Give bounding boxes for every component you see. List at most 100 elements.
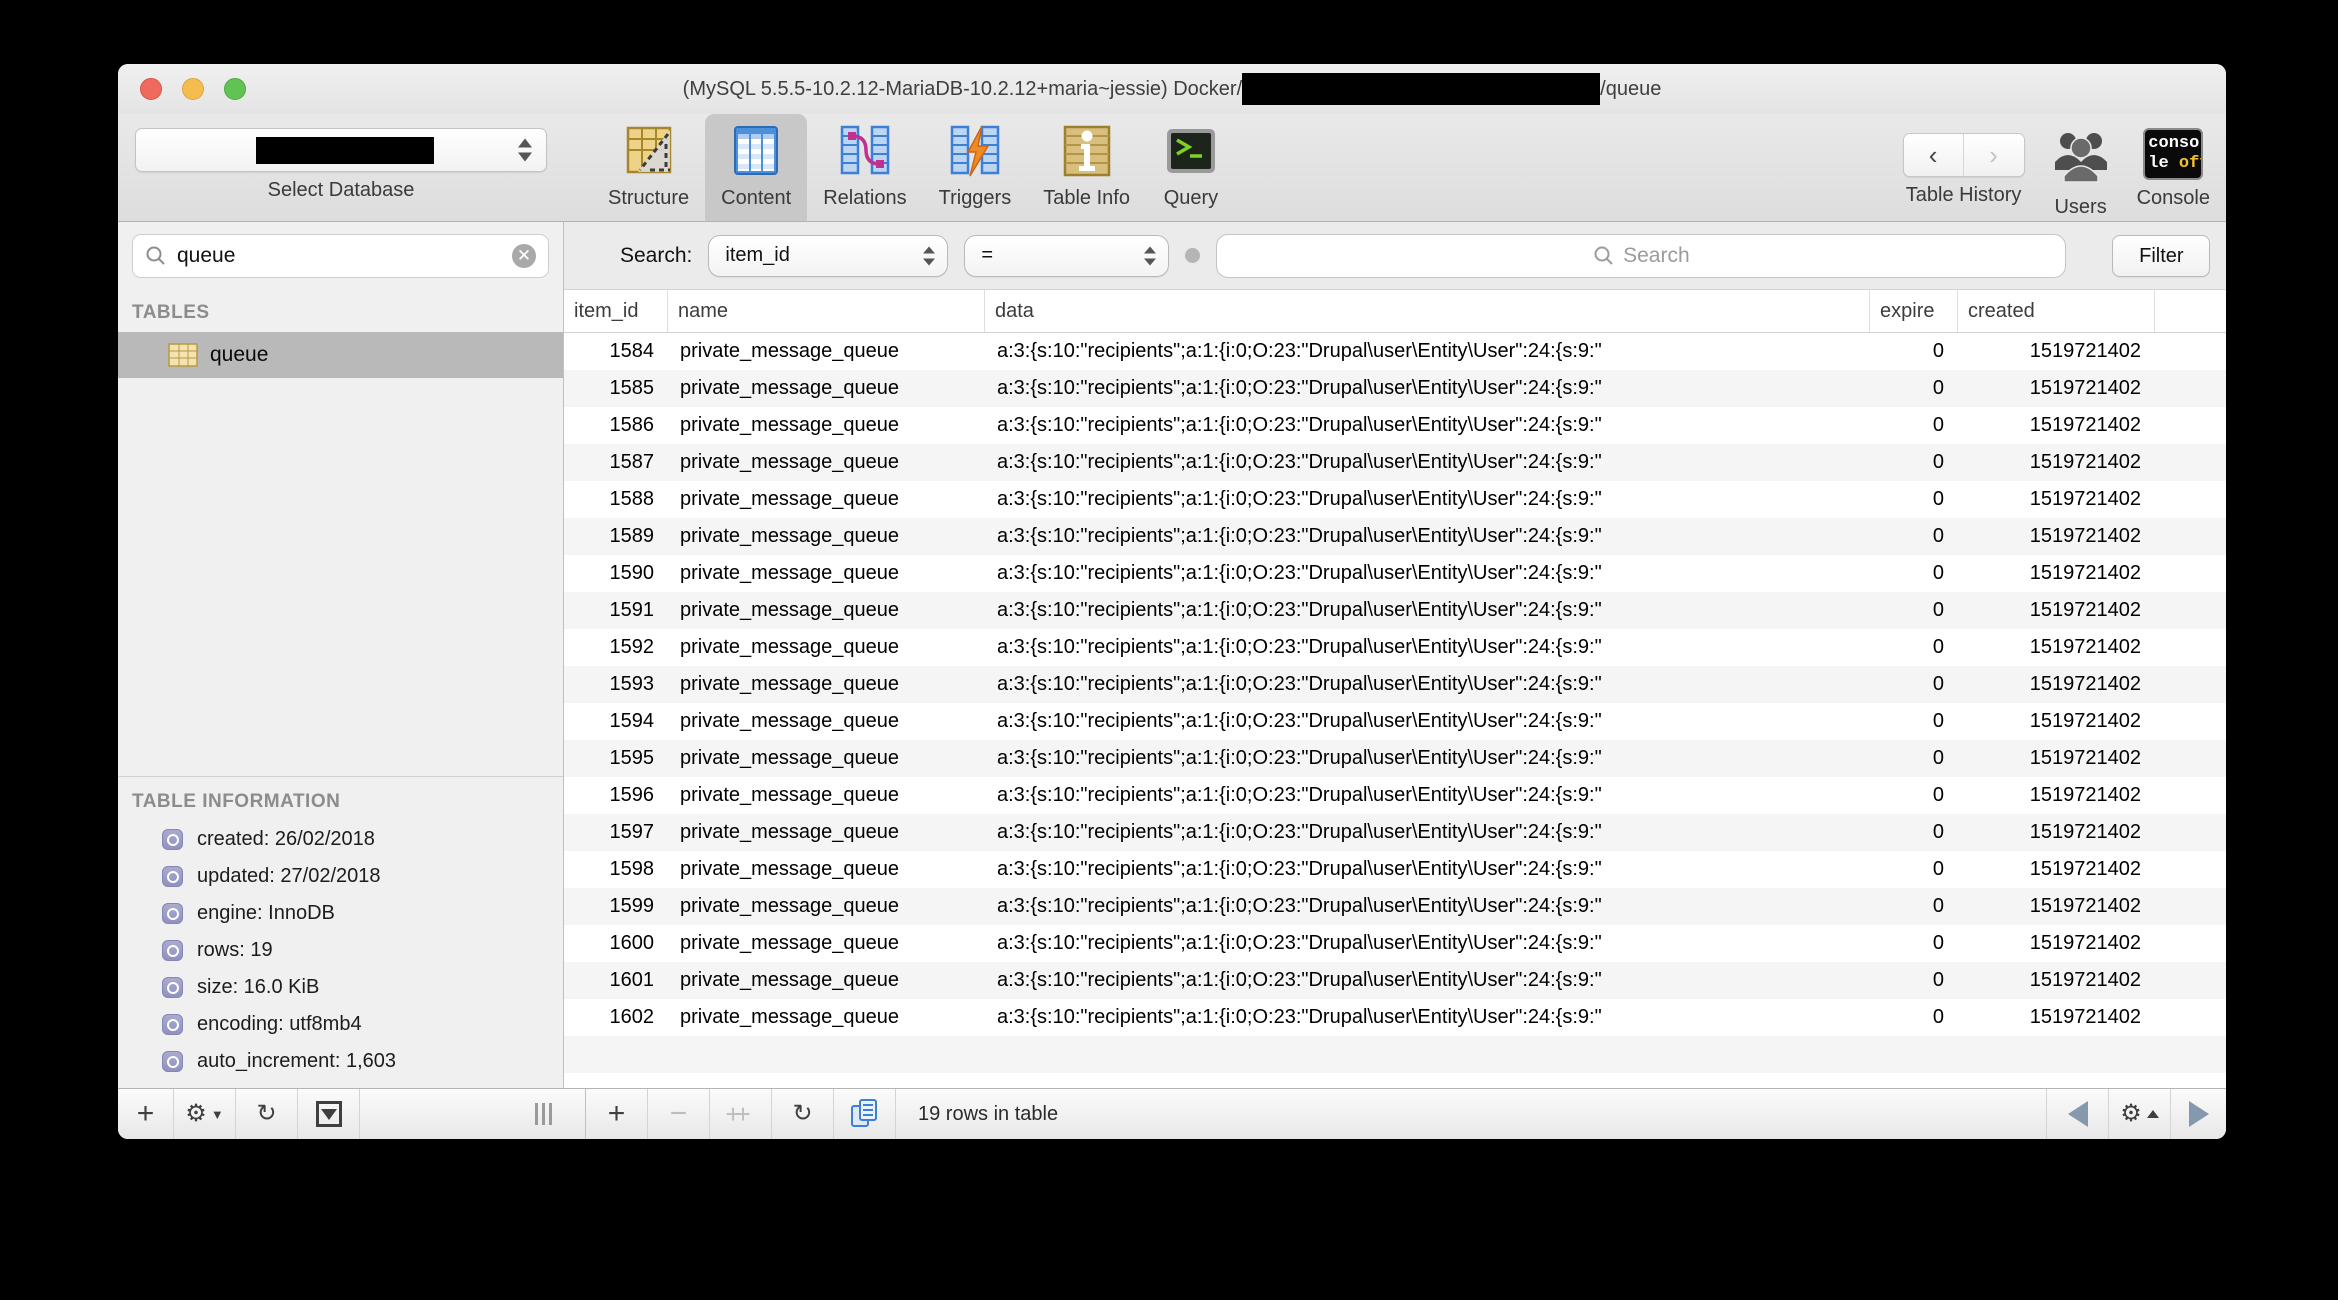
column-header-created[interactable]: created — [1958, 290, 2155, 332]
cell-name[interactable]: private_message_queue — [668, 555, 985, 592]
table-row[interactable]: 1596private_message_queuea:3:{s:10:"reci… — [564, 777, 2226, 814]
table-row[interactable]: 1591private_message_queuea:3:{s:10:"reci… — [564, 592, 2226, 629]
delete-row-button[interactable]: − — [648, 1089, 710, 1139]
next-page-button[interactable] — [2170, 1089, 2226, 1139]
cell-name[interactable]: private_message_queue — [668, 444, 985, 481]
cell-created[interactable]: 1519721402 — [1958, 962, 2155, 999]
cell-name[interactable]: private_message_queue — [668, 629, 985, 666]
table-row[interactable]: 1590private_message_queuea:3:{s:10:"reci… — [564, 555, 2226, 592]
cell-item_id[interactable]: 1601 — [564, 962, 668, 999]
cell-expire[interactable]: 0 — [1870, 999, 1958, 1036]
cell-item_id[interactable]: 1589 — [564, 518, 668, 555]
tab-content[interactable]: Content — [705, 114, 807, 221]
tab-triggers[interactable]: Triggers — [923, 114, 1028, 221]
cell-item_id[interactable]: 1584 — [564, 333, 668, 370]
cell-created[interactable]: 1519721402 — [1958, 518, 2155, 555]
cell-created[interactable]: 1519721402 — [1958, 629, 2155, 666]
cell-expire[interactable]: 0 — [1870, 407, 1958, 444]
duplicate-row-button[interactable]: ++ — [710, 1089, 772, 1139]
select-database-dropdown[interactable] — [135, 128, 547, 172]
cell-created[interactable]: 1519721402 — [1958, 925, 2155, 962]
cell-name[interactable]: private_message_queue — [668, 481, 985, 518]
cell-expire[interactable]: 0 — [1870, 962, 1958, 999]
column-header-name[interactable]: name — [668, 290, 985, 332]
cell-item_id[interactable]: 1598 — [564, 851, 668, 888]
table-row[interactable]: 1594private_message_queuea:3:{s:10:"reci… — [564, 703, 2226, 740]
cell-data[interactable]: a:3:{s:10:"recipients";a:1:{i:0;O:23:"Dr… — [985, 851, 1870, 888]
cell-created[interactable]: 1519721402 — [1958, 999, 2155, 1036]
cell-created[interactable]: 1519721402 — [1958, 814, 2155, 851]
toggle-panel-button[interactable] — [298, 1089, 360, 1139]
table-row[interactable]: 1592private_message_queuea:3:{s:10:"reci… — [564, 629, 2226, 666]
table-row[interactable]: 1585private_message_queuea:3:{s:10:"reci… — [564, 370, 2226, 407]
cell-expire[interactable]: 0 — [1870, 444, 1958, 481]
cell-expire[interactable]: 0 — [1870, 925, 1958, 962]
cell-name[interactable]: private_message_queue — [668, 962, 985, 999]
cell-name[interactable]: private_message_queue — [668, 814, 985, 851]
cell-expire[interactable]: 0 — [1870, 666, 1958, 703]
cell-expire[interactable]: 0 — [1870, 851, 1958, 888]
cell-data[interactable]: a:3:{s:10:"recipients";a:1:{i:0;O:23:"Dr… — [985, 518, 1870, 555]
cell-data[interactable]: a:3:{s:10:"recipients";a:1:{i:0;O:23:"Dr… — [985, 888, 1870, 925]
table-row[interactable]: 1598private_message_queuea:3:{s:10:"reci… — [564, 851, 2226, 888]
cell-created[interactable]: 1519721402 — [1958, 481, 2155, 518]
cell-name[interactable]: private_message_queue — [668, 999, 985, 1036]
cell-created[interactable]: 1519721402 — [1958, 740, 2155, 777]
cell-expire[interactable]: 0 — [1870, 740, 1958, 777]
cell-expire[interactable]: 0 — [1870, 481, 1958, 518]
cell-name[interactable]: private_message_queue — [668, 740, 985, 777]
table-filter-input[interactable]: queue ✕ — [132, 234, 549, 278]
cell-created[interactable]: 1519721402 — [1958, 370, 2155, 407]
cell-name[interactable]: private_message_queue — [668, 370, 985, 407]
cell-expire[interactable]: 0 — [1870, 703, 1958, 740]
cell-created[interactable]: 1519721402 — [1958, 777, 2155, 814]
content-search-input[interactable]: Search — [1216, 234, 2066, 278]
add-row-button[interactable]: + — [586, 1089, 648, 1139]
cell-created[interactable]: 1519721402 — [1958, 333, 2155, 370]
cell-data[interactable]: a:3:{s:10:"recipients";a:1:{i:0;O:23:"Dr… — [985, 444, 1870, 481]
cell-data[interactable]: a:3:{s:10:"recipients";a:1:{i:0;O:23:"Dr… — [985, 962, 1870, 999]
cell-expire[interactable]: 0 — [1870, 333, 1958, 370]
cell-item_id[interactable]: 1600 — [564, 925, 668, 962]
filter-field-dropdown[interactable]: item_id — [708, 235, 948, 277]
tab-query[interactable]: Query — [1146, 114, 1236, 221]
tab-structure[interactable]: Structure — [592, 114, 705, 221]
cell-name[interactable]: private_message_queue — [668, 407, 985, 444]
filter-operator-dropdown[interactable]: = — [964, 235, 1169, 277]
table-row[interactable]: 1593private_message_queuea:3:{s:10:"reci… — [564, 666, 2226, 703]
clear-search-icon[interactable]: ✕ — [512, 244, 536, 268]
history-forward-button[interactable]: › — [1964, 134, 2024, 176]
cell-item_id[interactable]: 1591 — [564, 592, 668, 629]
cell-name[interactable]: private_message_queue — [668, 925, 985, 962]
table-row[interactable]: 1601private_message_queuea:3:{s:10:"reci… — [564, 962, 2226, 999]
cell-data[interactable]: a:3:{s:10:"recipients";a:1:{i:0;O:23:"Dr… — [985, 703, 1870, 740]
table-row[interactable]: 1589private_message_queuea:3:{s:10:"reci… — [564, 518, 2226, 555]
table-row[interactable]: 1600private_message_queuea:3:{s:10:"reci… — [564, 925, 2226, 962]
zoom-window-button[interactable] — [224, 78, 246, 100]
cell-created[interactable]: 1519721402 — [1958, 592, 2155, 629]
cell-item_id[interactable]: 1585 — [564, 370, 668, 407]
cell-created[interactable]: 1519721402 — [1958, 888, 2155, 925]
refresh-content-button[interactable]: ↻ — [772, 1089, 834, 1139]
cell-name[interactable]: private_message_queue — [668, 703, 985, 740]
cell-name[interactable]: private_message_queue — [668, 518, 985, 555]
tab-table-info[interactable]: Table Info — [1027, 114, 1146, 221]
cell-created[interactable]: 1519721402 — [1958, 851, 2155, 888]
table-row[interactable]: 1599private_message_queuea:3:{s:10:"reci… — [564, 888, 2226, 925]
cell-expire[interactable]: 0 — [1870, 888, 1958, 925]
refresh-tables-button[interactable]: ↻ — [236, 1089, 298, 1139]
cell-name[interactable]: private_message_queue — [668, 666, 985, 703]
cell-expire[interactable]: 0 — [1870, 629, 1958, 666]
table-row[interactable]: 1587private_message_queuea:3:{s:10:"reci… — [564, 444, 2226, 481]
table-row[interactable]: 1584private_message_queuea:3:{s:10:"reci… — [564, 333, 2226, 370]
table-row[interactable]: 1588private_message_queuea:3:{s:10:"reci… — [564, 481, 2226, 518]
minimize-window-button[interactable] — [182, 78, 204, 100]
cell-item_id[interactable]: 1597 — [564, 814, 668, 851]
column-header-data[interactable]: data — [985, 290, 1870, 332]
cell-data[interactable]: a:3:{s:10:"recipients";a:1:{i:0;O:23:"Dr… — [985, 814, 1870, 851]
sidebar-item-queue[interactable]: queue — [118, 332, 563, 378]
cell-data[interactable]: a:3:{s:10:"recipients";a:1:{i:0;O:23:"Dr… — [985, 481, 1870, 518]
cell-name[interactable]: private_message_queue — [668, 851, 985, 888]
cell-name[interactable]: private_message_queue — [668, 777, 985, 814]
cell-name[interactable]: private_message_queue — [668, 592, 985, 629]
